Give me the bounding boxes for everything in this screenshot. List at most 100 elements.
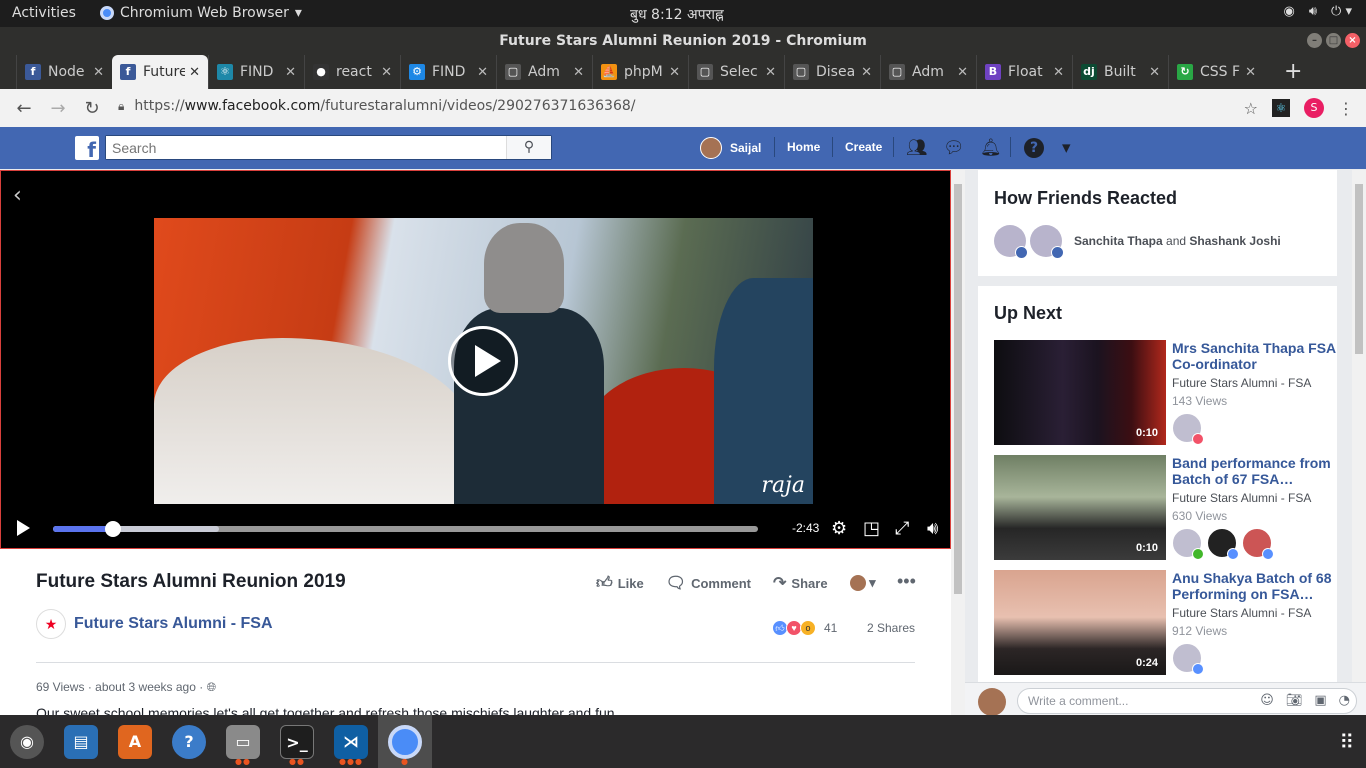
reaction-summary[interactable]: 👍︎ ♥ o 41 bbox=[772, 620, 837, 636]
volume-icon[interactable]: 🔊︎ bbox=[927, 518, 938, 539]
notifications-bell-icon[interactable]: 🔔︎ bbox=[980, 138, 1002, 158]
browser-tab[interactable]: ⚙ FIND ✕ bbox=[400, 55, 496, 89]
facebook-logo[interactable]: f bbox=[75, 136, 99, 160]
address-bar[interactable]: 🔒︎ https://www.facebook.com/futurestaralu… bbox=[118, 98, 636, 114]
forward-button[interactable]: → bbox=[48, 98, 68, 119]
video-thumbnail[interactable]: 0:10 bbox=[994, 340, 1166, 445]
browser-tab[interactable]: ▢ Adm ✕ bbox=[496, 55, 592, 89]
close-window-button[interactable]: × bbox=[1345, 33, 1360, 48]
bookmark-star-icon[interactable]: ☆ bbox=[1244, 99, 1258, 118]
dock-item[interactable]: ● bbox=[378, 715, 432, 768]
seek-handle[interactable] bbox=[104, 521, 121, 537]
dock-item[interactable]: ◉ bbox=[0, 715, 54, 768]
reaction-identity-selector[interactable]: ▾ bbox=[849, 575, 876, 592]
browser-tab[interactable]: ▢ Adm ✕ bbox=[880, 55, 976, 89]
browser-tab[interactable]: B Float ✕ bbox=[976, 55, 1072, 89]
friend-avatar[interactable] bbox=[994, 225, 1028, 259]
tab-close-icon[interactable]: ✕ bbox=[1245, 65, 1256, 80]
tab-close-icon[interactable]: ✕ bbox=[189, 65, 200, 80]
big-play-button[interactable] bbox=[448, 326, 518, 396]
back-button[interactable]: ← bbox=[14, 98, 34, 119]
app-menu[interactable]: Chromium Web Browser ▾ bbox=[100, 5, 302, 21]
video-title-link[interactable]: Anu Shakya Batch of 68 Performing on FSA… bbox=[1172, 570, 1342, 602]
browser-tab[interactable]: ↻ CSS F ✕ bbox=[1168, 55, 1264, 89]
dock-item[interactable]: ▭ ●● bbox=[216, 715, 270, 768]
search-icon[interactable]: ⚲ bbox=[506, 136, 551, 159]
sticker-icon[interactable]: ◔ bbox=[1339, 693, 1350, 708]
gif-icon[interactable]: ▣ bbox=[1314, 693, 1326, 708]
tab-close-icon[interactable]: ✕ bbox=[93, 65, 104, 80]
help-icon[interactable]: ? bbox=[1024, 138, 1044, 158]
reactor-avatar[interactable] bbox=[1172, 528, 1204, 560]
tab-close-icon[interactable]: ✕ bbox=[1053, 65, 1064, 80]
video-source[interactable]: Future Stars Alumni - FSA bbox=[1172, 376, 1311, 390]
dock-item[interactable]: >_ ●● bbox=[270, 715, 324, 768]
tab-close-icon[interactable]: ✕ bbox=[957, 65, 968, 80]
browser-tab[interactable]: ● react ✕ bbox=[304, 55, 400, 89]
scrollbar-thumb[interactable] bbox=[954, 184, 962, 594]
tab-close-icon[interactable]: ✕ bbox=[765, 65, 776, 80]
system-tray[interactable]: ◉ 🔊︎ ⏻ ▾ bbox=[1284, 4, 1353, 19]
like-button[interactable]: 👍︎ Like bbox=[596, 574, 644, 593]
video-source[interactable]: Future Stars Alumni - FSA bbox=[1172, 606, 1311, 620]
dock-item[interactable]: ▤ bbox=[54, 715, 108, 768]
friend-name-link[interactable]: Shashank Joshi bbox=[1189, 234, 1280, 248]
dock-item[interactable]: ? bbox=[162, 715, 216, 768]
friend-requests-icon[interactable]: 👥︎ bbox=[906, 138, 928, 158]
reactor-avatar[interactable] bbox=[1172, 643, 1204, 675]
profile-avatar[interactable]: S bbox=[1304, 98, 1324, 118]
back-chevron-icon[interactable]: ‹ bbox=[13, 183, 22, 208]
tab-close-icon[interactable]: ✕ bbox=[477, 65, 488, 80]
tab-close-icon[interactable]: ✕ bbox=[861, 65, 872, 80]
share-count[interactable]: 2 Shares bbox=[867, 621, 915, 635]
emoji-icon[interactable]: ☺ bbox=[1260, 693, 1274, 708]
profile-link[interactable]: Saijal bbox=[700, 137, 761, 159]
sidebar-scrollbar[interactable] bbox=[1352, 170, 1366, 682]
up-next-item[interactable]: 0:24 Anu Shakya Batch of 68 Performing o… bbox=[994, 570, 1337, 675]
browser-menu-icon[interactable]: ⋮ bbox=[1338, 99, 1354, 118]
tab-close-icon[interactable]: ✕ bbox=[285, 65, 296, 80]
dock-item[interactable]: ⋊ ●●● bbox=[324, 715, 378, 768]
video-source[interactable]: Future Stars Alumni - FSA bbox=[1172, 491, 1311, 505]
browser-tab[interactable]: ▢ Disea ✕ bbox=[784, 55, 880, 89]
activities-button[interactable]: Activities bbox=[12, 5, 76, 21]
show-applications-icon[interactable]: ⠿ bbox=[1339, 730, 1354, 754]
home-link[interactable]: Home bbox=[787, 140, 820, 154]
search-input[interactable] bbox=[106, 136, 506, 159]
video-player[interactable]: ‹ raja -2:43 ⚙ ◳ ⤢ 🔊︎ bbox=[0, 170, 951, 549]
camera-icon[interactable]: 📷︎ bbox=[1286, 693, 1303, 708]
main-scrollbar[interactable] bbox=[951, 170, 965, 715]
tab-close-icon[interactable]: ✕ bbox=[1149, 65, 1160, 80]
scrollbar-thumb[interactable] bbox=[1355, 184, 1363, 354]
new-tab-button[interactable]: + bbox=[1264, 55, 1302, 89]
share-button[interactable]: ↷ Share bbox=[773, 573, 828, 593]
minimize-button[interactable]: – bbox=[1307, 33, 1322, 48]
friend-name-link[interactable]: Sanchita Thapa bbox=[1074, 234, 1163, 248]
more-options-icon[interactable]: ••• bbox=[897, 571, 916, 592]
tab-close-icon[interactable]: ✕ bbox=[381, 65, 392, 80]
messenger-icon[interactable]: 💬︎ bbox=[943, 138, 965, 158]
browser-tab[interactable]: f Future ✕ bbox=[112, 55, 208, 89]
post-time[interactable]: about 3 weeks ago bbox=[95, 680, 196, 694]
browser-tab[interactable]: f Node ✕ bbox=[16, 55, 112, 89]
tab-close-icon[interactable]: ✕ bbox=[669, 65, 680, 80]
page-logo[interactable]: ★ bbox=[36, 609, 66, 639]
browser-tab[interactable]: ▢ Selec ✕ bbox=[688, 55, 784, 89]
reactor-avatar[interactable] bbox=[1172, 413, 1204, 445]
play-icon[interactable] bbox=[17, 520, 30, 536]
settings-gear-icon[interactable]: ⚙ bbox=[831, 518, 847, 539]
video-thumbnail[interactable]: 0:10 bbox=[994, 455, 1166, 560]
fullscreen-icon[interactable]: ⤢ bbox=[895, 518, 909, 539]
reactor-avatar[interactable] bbox=[1242, 528, 1274, 560]
up-next-item[interactable]: 0:10 Band performance from Batch of 67 F… bbox=[994, 455, 1337, 560]
browser-tab[interactable]: dj Built ✕ bbox=[1072, 55, 1168, 89]
page-name-link[interactable]: Future Stars Alumni - FSA bbox=[74, 615, 273, 633]
create-link[interactable]: Create bbox=[845, 140, 882, 154]
maximize-button[interactable]: □ bbox=[1326, 33, 1341, 48]
browser-tab[interactable]: ⚛ FIND ✕ bbox=[208, 55, 304, 89]
reload-button[interactable]: ↻ bbox=[82, 98, 102, 119]
browser-tab[interactable]: ⛵ phpM ✕ bbox=[592, 55, 688, 89]
tab-close-icon[interactable]: ✕ bbox=[573, 65, 584, 80]
pip-icon[interactable]: ◳ bbox=[863, 518, 880, 539]
account-menu-chevron-icon[interactable]: ▾ bbox=[1062, 138, 1071, 158]
